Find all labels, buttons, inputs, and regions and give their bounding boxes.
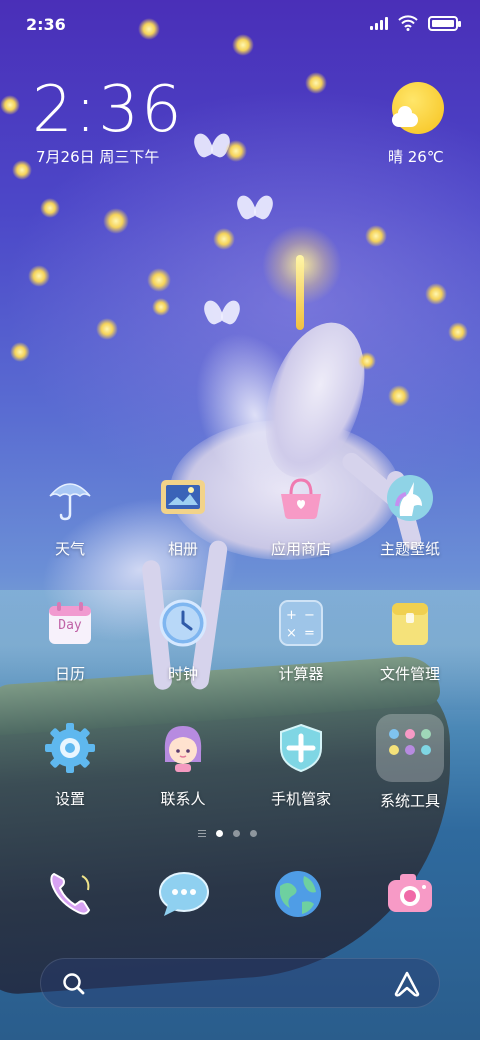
wallpaper-star xyxy=(225,140,247,162)
app-calculator[interactable]: + − × = 计算器 xyxy=(246,597,356,684)
app-label: 时钟 xyxy=(167,665,198,683)
page-dot[interactable] xyxy=(250,830,257,837)
signal-icon xyxy=(370,16,388,30)
svg-text:×: × xyxy=(286,626,297,641)
app-settings[interactable]: 设置 xyxy=(15,722,125,809)
shopping-basket-icon xyxy=(275,472,327,524)
svg-text:−: − xyxy=(304,608,315,623)
app-gallery[interactable]: 相册 xyxy=(128,472,238,559)
page-list-icon[interactable] xyxy=(198,830,206,837)
app-label: 主题壁纸 xyxy=(379,540,440,558)
calendar-icon-text: Day xyxy=(58,618,82,633)
wallpaper-star xyxy=(10,342,30,362)
app-phone-manager[interactable]: 手机管家 xyxy=(246,722,356,809)
app-calendar[interactable]: Day 日历 xyxy=(15,597,125,684)
wallpaper-star xyxy=(358,352,376,370)
app-label: 相册 xyxy=(167,540,198,558)
status-time: 2:36 xyxy=(26,15,66,34)
svg-text:=: = xyxy=(304,626,315,641)
wallpaper-star xyxy=(365,225,387,247)
battery-fill xyxy=(432,19,454,27)
page-indicator[interactable] xyxy=(198,830,257,837)
wallpaper-star xyxy=(147,268,171,292)
wallpaper-butterfly xyxy=(238,195,272,221)
wallpaper-star xyxy=(152,298,170,316)
wallpaper-star xyxy=(12,160,32,180)
app-label: 联系人 xyxy=(160,790,206,808)
svg-text:+: + xyxy=(286,608,297,623)
app-themes[interactable]: 主题壁纸 xyxy=(355,472,465,559)
app-system-tools[interactable]: 系统工具 xyxy=(355,710,465,811)
wallpaper-star xyxy=(305,72,327,94)
calendar-icon: Day xyxy=(44,597,96,649)
phone-icon[interactable] xyxy=(42,866,98,922)
folder-icon xyxy=(384,597,436,649)
app-label: 设置 xyxy=(54,790,85,808)
status-icons xyxy=(370,15,461,31)
page-dot[interactable] xyxy=(216,830,223,837)
wallpaper-star xyxy=(388,385,410,407)
status-bar: 2:36 xyxy=(0,0,480,52)
unicorn-icon xyxy=(384,472,436,524)
wallpaper-star xyxy=(0,95,20,115)
wallpaper-star xyxy=(448,322,468,342)
wallpaper-butterfly xyxy=(195,133,229,159)
app-label: 计算器 xyxy=(278,665,324,683)
folder-grid-icon xyxy=(376,714,444,782)
weather-text: 晴 26℃ xyxy=(388,148,444,166)
search-icon[interactable] xyxy=(61,971,87,997)
app-contacts[interactable]: 联系人 xyxy=(128,722,238,809)
app-store[interactable]: 应用商店 xyxy=(246,472,356,559)
clock-time[interactable]: 2:36 xyxy=(32,72,184,148)
browser-globe-icon[interactable] xyxy=(270,866,326,922)
shield-icon xyxy=(275,722,327,774)
clock-date: 7月26日 周三下午 xyxy=(36,148,160,166)
wallpaper-star xyxy=(213,228,235,250)
gear-icon xyxy=(44,722,96,774)
wifi-icon xyxy=(398,15,418,31)
app-label: 应用商店 xyxy=(270,540,331,558)
wallpaper-horn xyxy=(296,255,304,330)
app-label: 文件管理 xyxy=(379,665,440,683)
app-label: 系统工具 xyxy=(379,792,440,810)
wallpaper-star xyxy=(96,318,118,340)
app-file-manager[interactable]: 文件管理 xyxy=(355,597,465,684)
assistant-icon[interactable] xyxy=(393,970,421,998)
app-label: 手机管家 xyxy=(270,790,331,808)
app-clock[interactable]: 时钟 xyxy=(128,597,238,684)
wallpaper-star xyxy=(40,198,60,218)
app-weather[interactable]: 天气 xyxy=(15,472,125,559)
umbrella-icon xyxy=(44,472,96,524)
wallpaper-star xyxy=(103,208,129,234)
camera-icon[interactable] xyxy=(382,866,438,922)
clock-icon xyxy=(157,597,209,649)
page-dot[interactable] xyxy=(233,830,240,837)
wallpaper-butterfly xyxy=(205,300,239,326)
photo-frame-icon xyxy=(157,472,209,524)
wallpaper-star xyxy=(425,283,447,305)
wallpaper-star xyxy=(28,265,50,287)
app-label: 日历 xyxy=(54,665,85,683)
battery-icon xyxy=(428,15,461,31)
calculator-icon: + − × = xyxy=(275,597,327,649)
contact-girl-icon xyxy=(157,722,209,774)
cloud-icon xyxy=(392,106,418,127)
search-bar[interactable] xyxy=(40,958,440,1008)
message-icon[interactable] xyxy=(156,866,212,922)
app-label: 天气 xyxy=(54,540,85,558)
